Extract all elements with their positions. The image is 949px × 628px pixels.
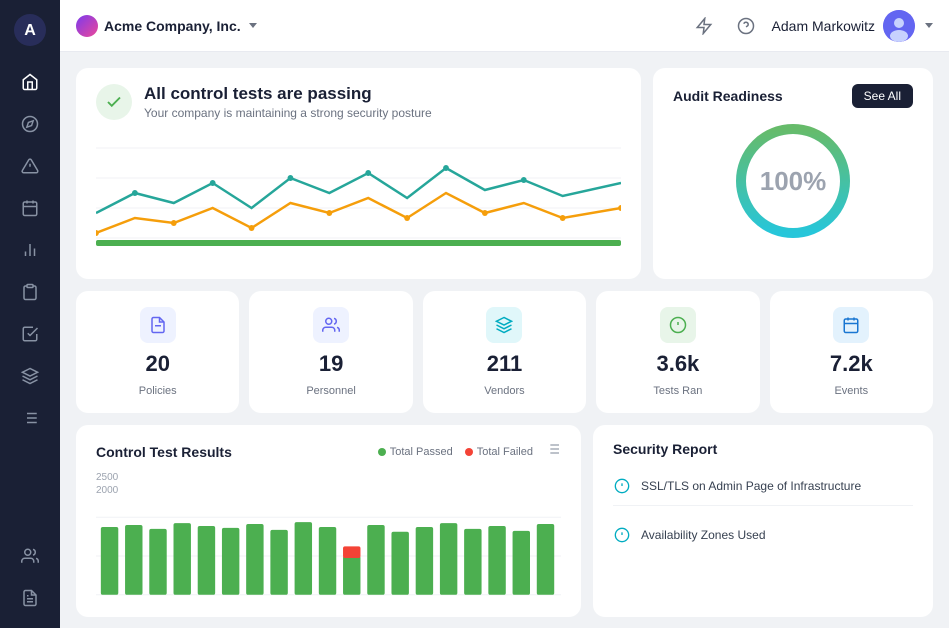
status-header: All control tests are passing Your compa… — [96, 84, 621, 120]
chart-menu-button[interactable] — [545, 441, 561, 462]
sidebar-item-calendar[interactable] — [12, 190, 48, 226]
top-row: All control tests are passing Your compa… — [76, 68, 933, 279]
personnel-icon — [313, 307, 349, 343]
audit-card: Audit Readiness See All — [653, 68, 933, 279]
vendors-icon — [486, 307, 522, 343]
content-area: All control tests are passing Your compa… — [60, 52, 949, 628]
tests-value: 3.6k — [656, 351, 699, 377]
legend-failed: Total Failed — [465, 446, 533, 458]
svg-text:A: A — [24, 22, 36, 39]
user-menu[interactable]: Adam Markowitz — [772, 10, 933, 42]
vendors-value: 211 — [487, 351, 523, 377]
status-icon — [96, 84, 132, 120]
events-label: Events — [834, 385, 868, 397]
stat-card-events: 7.2k Events — [770, 291, 933, 413]
stats-row: 20 Policies 19 Personnel — [76, 291, 933, 413]
personnel-label: Personnel — [306, 385, 356, 397]
legend-dot-passed — [378, 448, 386, 456]
status-title: All control tests are passing — [144, 84, 432, 104]
report-item-1[interactable]: Availability Zones Used — [613, 516, 913, 554]
stat-card-vendors: 211 Vendors — [423, 291, 586, 413]
lightning-button[interactable] — [688, 10, 720, 42]
sidebar-item-docs[interactable] — [12, 580, 48, 616]
y-label-2500: 2500 — [96, 472, 561, 483]
bar-chart — [96, 516, 561, 596]
sidebar-item-chart[interactable] — [12, 232, 48, 268]
see-all-button[interactable]: See All — [852, 84, 913, 108]
audit-header: Audit Readiness See All — [673, 84, 913, 108]
report-status-icon-1 — [613, 526, 631, 544]
sidebar-item-list[interactable] — [12, 400, 48, 436]
y-label-2000: 2000 — [96, 485, 561, 496]
security-report-card: Security Report SSL/TLS on Admin Page of… — [593, 425, 933, 617]
user-avatar — [883, 10, 915, 42]
personnel-value: 19 — [319, 351, 343, 377]
sidebar-item-alert[interactable] — [12, 148, 48, 184]
control-title: Control Test Results — [96, 444, 232, 460]
report-item-0[interactable]: SSL/TLS on Admin Page of Infrastructure — [613, 467, 913, 506]
company-chevron-icon — [249, 23, 257, 28]
policies-icon — [140, 307, 176, 343]
audit-title: Audit Readiness — [673, 88, 783, 104]
events-value: 7.2k — [830, 351, 873, 377]
legend-passed: Total Passed — [378, 446, 453, 458]
line-chart — [96, 128, 621, 263]
company-selector[interactable]: Acme Company, Inc. — [76, 15, 257, 37]
security-report-title: Security Report — [613, 441, 913, 457]
policies-label: Policies — [139, 385, 177, 397]
company-logo — [76, 15, 98, 37]
legend-failed-label: Total Failed — [477, 446, 533, 458]
vendors-label: Vendors — [484, 385, 524, 397]
user-chevron-icon — [925, 23, 933, 28]
topbar: Acme Company, Inc. Adam Markowitz — [60, 0, 949, 52]
report-item-text-1: Availability Zones Used — [641, 528, 766, 542]
main-content: Acme Company, Inc. Adam Markowitz — [60, 0, 949, 628]
stat-card-tests: 3.6k Tests Ran — [596, 291, 759, 413]
control-test-card: Control Test Results Total Passed Total … — [76, 425, 581, 617]
sidebar-item-home[interactable] — [12, 64, 48, 100]
bottom-row: Control Test Results Total Passed Total … — [76, 425, 933, 617]
sidebar-item-check[interactable] — [12, 316, 48, 352]
report-status-icon-0 — [613, 477, 631, 495]
audit-donut-chart: 100% — [728, 116, 858, 246]
control-header: Control Test Results Total Passed Total … — [96, 441, 561, 462]
user-name: Adam Markowitz — [772, 18, 875, 34]
report-item-text-0: SSL/TLS on Admin Page of Infrastructure — [641, 479, 861, 493]
sidebar: A — [0, 0, 60, 628]
status-text: All control tests are passing Your compa… — [144, 84, 432, 120]
events-icon — [833, 307, 869, 343]
legend-passed-label: Total Passed — [390, 446, 453, 458]
legend-dot-failed — [465, 448, 473, 456]
help-button[interactable] — [730, 10, 762, 42]
status-card: All control tests are passing Your compa… — [76, 68, 641, 279]
stat-card-personnel: 19 Personnel — [249, 291, 412, 413]
app-logo[interactable]: A — [12, 12, 48, 48]
sidebar-item-users[interactable] — [12, 538, 48, 574]
stat-card-policies: 20 Policies — [76, 291, 239, 413]
sidebar-item-compass[interactable] — [12, 106, 48, 142]
policies-value: 20 — [145, 351, 169, 377]
chart-legend: Total Passed Total Failed — [378, 446, 533, 458]
status-subtitle: Your company is maintaining a strong sec… — [144, 106, 432, 120]
tests-label: Tests Ran — [653, 385, 702, 397]
bar-chart-container: 2500 2000 — [96, 472, 561, 601]
audit-percentage: 100% — [760, 166, 827, 197]
sidebar-item-clipboard[interactable] — [12, 274, 48, 310]
tests-icon — [660, 307, 696, 343]
sidebar-item-layers[interactable] — [12, 358, 48, 394]
company-name: Acme Company, Inc. — [104, 18, 241, 34]
